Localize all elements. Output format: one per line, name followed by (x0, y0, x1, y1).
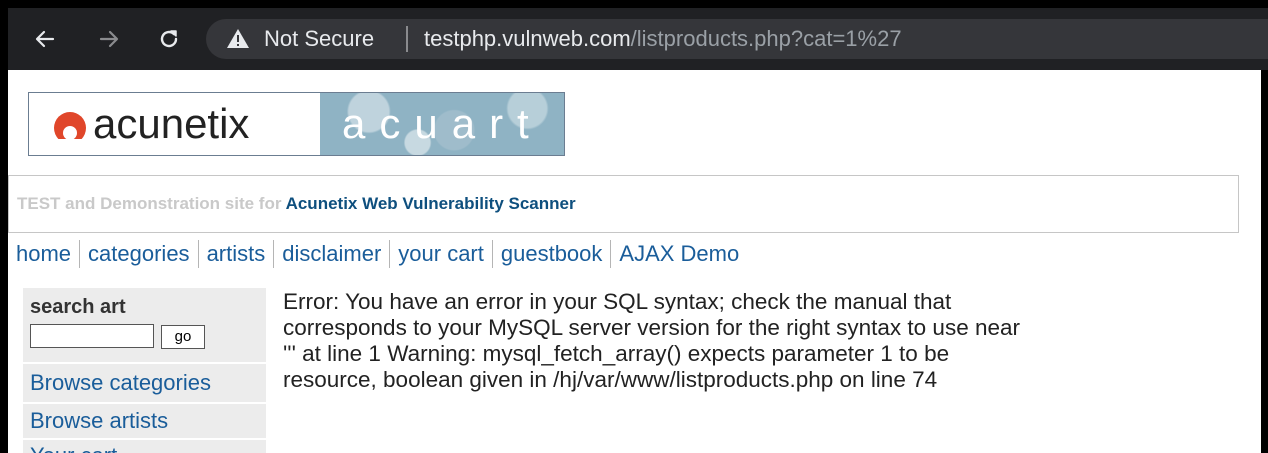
tagline-prefix: TEST and Demonstration site for (17, 194, 286, 213)
sidebar-link-browse-categories[interactable]: Browse categories (30, 370, 211, 396)
acunetix-wordmark: acunetix (93, 100, 250, 147)
menu-item-ajax-demo[interactable]: AJAX Demo (610, 240, 747, 268)
menu-item-disclaimer[interactable]: disclaimer (273, 240, 389, 268)
warning-triangle-icon[interactable] (226, 27, 250, 51)
search-input[interactable] (30, 324, 154, 348)
error-line: ''' at line 1 Warning: mysql_fetch_array… (283, 341, 950, 366)
browser-toolbar: Not Secure testphp.vulnweb.com/listprodu… (8, 8, 1268, 70)
sidebar-divider (23, 402, 266, 404)
acuart-wordmark: acuart (342, 100, 543, 147)
tagline-bar: TEST and Demonstration site for Acunetix… (8, 175, 1239, 233)
reload-icon (160, 30, 178, 48)
url-path: /listproducts.php?cat=1%27 (630, 26, 902, 51)
acuart-banner: acuart (320, 93, 564, 155)
url-text[interactable]: testphp.vulnweb.com/listproducts.php?cat… (424, 26, 902, 52)
sidebar-divider (23, 438, 266, 440)
sidebar-divider (23, 362, 266, 364)
web-page: acunetix acuart TEST and Demonstration s… (8, 70, 1261, 453)
acunetix-mark-icon (53, 112, 87, 145)
not-secure-label[interactable]: Not Secure (264, 26, 374, 52)
tagline-emphasis[interactable]: Acunetix Web Vulnerability Scanner (286, 194, 576, 213)
address-separator (406, 26, 408, 52)
menu-item-your-cart[interactable]: your cart (389, 240, 492, 268)
sidebar-link-browse-artists[interactable]: Browse artists (30, 408, 168, 434)
tagline: TEST and Demonstration site for Acunetix… (17, 194, 576, 214)
sidebar-link-your-cart[interactable]: Your cart (30, 443, 117, 453)
sidebar: search art go Browse categories Browse a… (23, 288, 266, 453)
menu-item-guestbook[interactable]: guestbook (491, 240, 611, 268)
top-menu: home categories artists disclaimer your cart… (14, 240, 747, 268)
menu-item-home[interactable]: home (14, 240, 79, 268)
url-host: testphp.vulnweb.com (424, 26, 631, 51)
reload-button[interactable] (150, 20, 188, 58)
address-bar[interactable]: Not Secure testphp.vulnweb.com/listprodu… (206, 19, 1268, 59)
menu-item-artists[interactable]: artists (197, 240, 274, 268)
search-title: search art (30, 296, 126, 318)
error-line: corresponds to your MySQL server version… (283, 315, 1020, 340)
back-button[interactable] (26, 20, 64, 58)
sql-error-message: Error: You have an error in your SQL syn… (283, 289, 1243, 393)
menu-item-categories[interactable]: categories (79, 240, 198, 268)
site-logo[interactable]: acunetix acuart (28, 92, 565, 156)
error-line: Error: You have an error in your SQL syn… (283, 289, 952, 314)
error-line: resource, boolean given in /hj/var/www/l… (283, 367, 938, 392)
arrow-right-icon (99, 30, 119, 48)
acunetix-logo: acunetix (29, 93, 320, 155)
arrow-left-icon (35, 30, 55, 48)
go-button[interactable]: go (161, 325, 205, 349)
forward-button[interactable] (90, 20, 128, 58)
